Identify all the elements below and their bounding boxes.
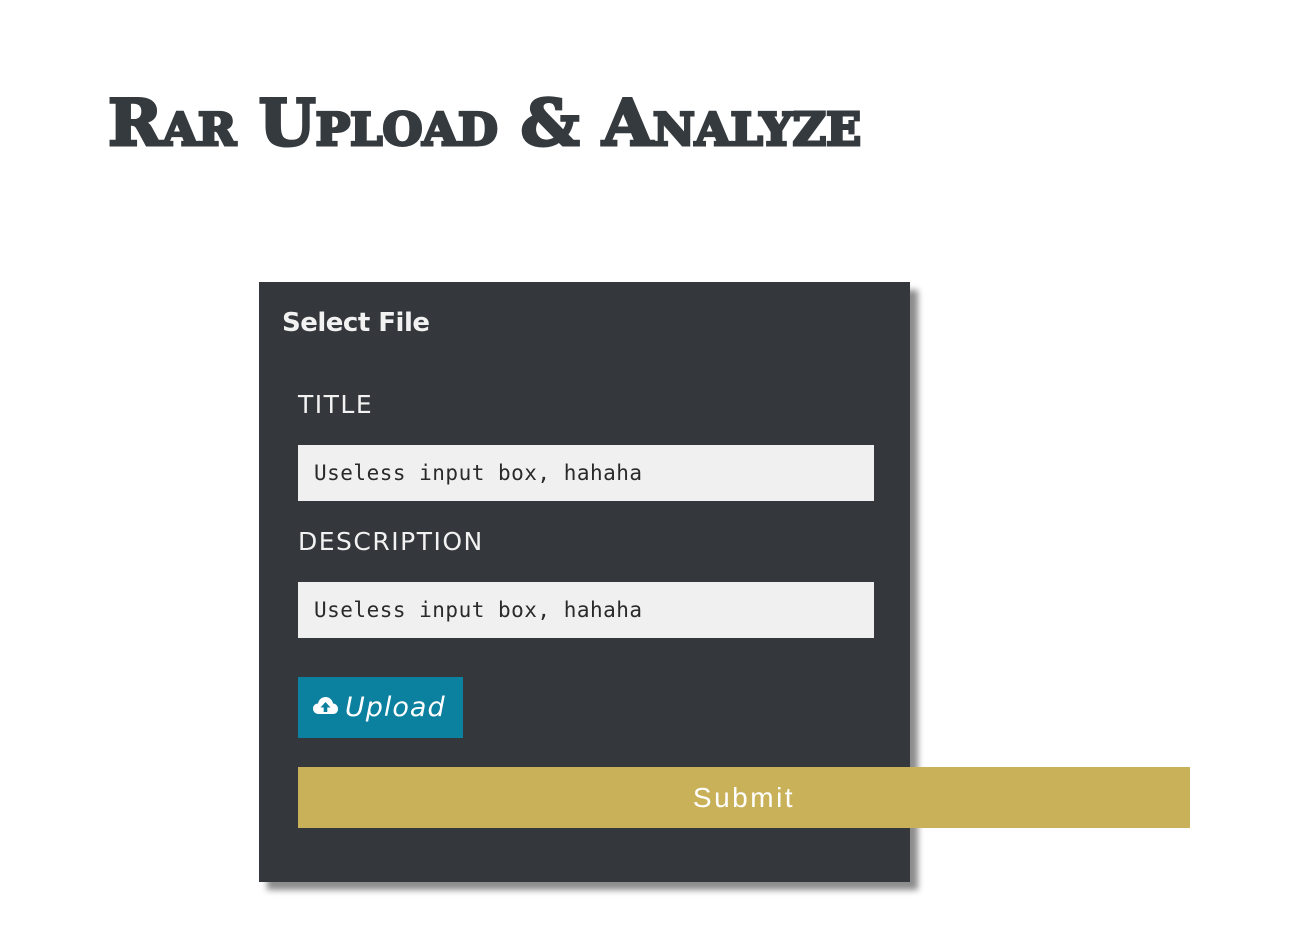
- form-heading: Select File: [282, 308, 430, 338]
- cloud-upload-icon: [312, 695, 339, 717]
- upload-label: Upload: [345, 692, 446, 723]
- description-input[interactable]: [298, 582, 874, 638]
- upload-button[interactable]: Upload: [298, 677, 463, 738]
- page-title: Rar Upload & Analyze: [106, 85, 862, 163]
- submit-button[interactable]: Submit: [298, 767, 1190, 828]
- title-label: TITLE: [298, 390, 374, 419]
- title-input[interactable]: [298, 445, 874, 501]
- description-label: DESCRIPTION: [298, 527, 484, 556]
